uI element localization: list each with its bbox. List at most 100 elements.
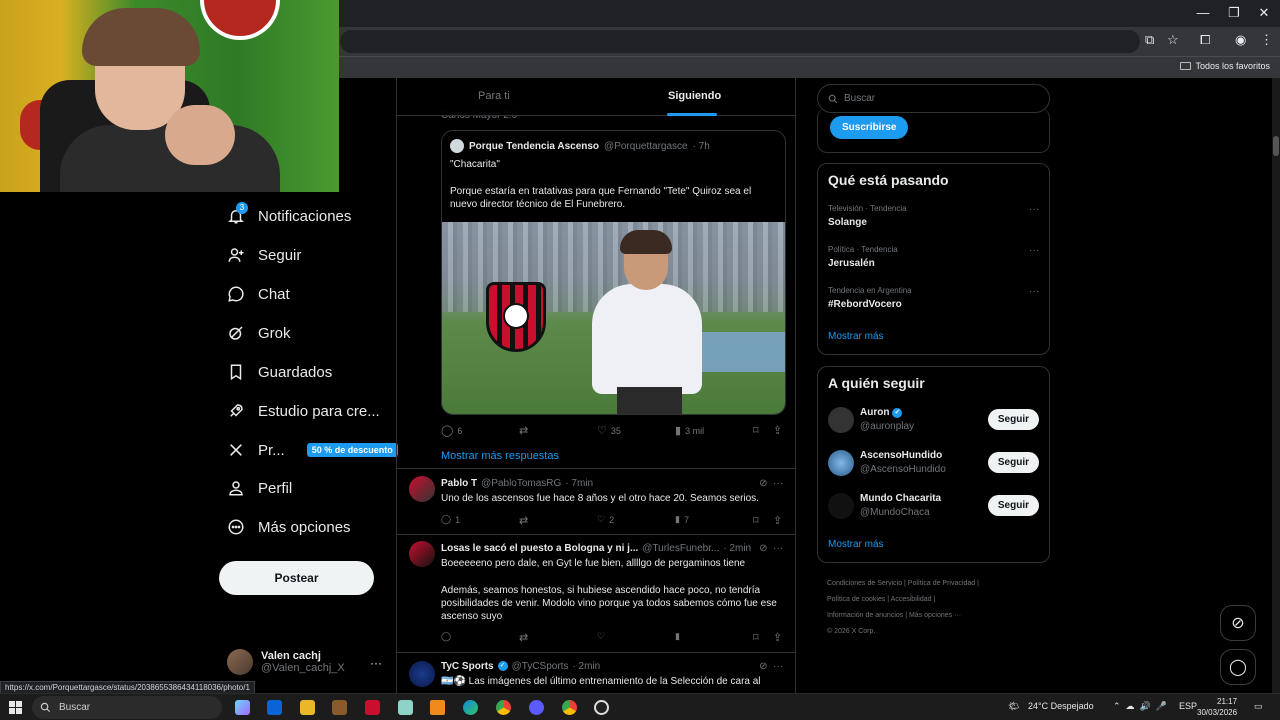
close-icon[interactable]: ✕ [1249, 5, 1279, 21]
show-more-follow-link[interactable]: Mostrar más [828, 539, 884, 550]
show-more-trends-link[interactable]: Mostrar más [828, 331, 884, 342]
copilot-icon[interactable] [235, 700, 250, 715]
views-button[interactable]: ▮ 3 mil [675, 424, 704, 437]
trend-name[interactable]: Solange [828, 217, 867, 228]
nav-mas-opciones[interactable]: Más opciones [226, 512, 351, 542]
like-button[interactable]: ♡ 35 [597, 424, 621, 437]
like-button[interactable]: ♡ [597, 631, 605, 642]
obs-icon[interactable] [594, 700, 609, 715]
grok-and-more-icons[interactable]: ⊘ ··· [759, 478, 783, 489]
chrome-icon[interactable] [562, 700, 577, 715]
show-more-replies-link[interactable]: Mostrar más respuestas [441, 450, 559, 462]
avatar[interactable] [409, 661, 435, 687]
weather-text[interactable]: 24°C Despejado [1028, 701, 1094, 711]
install-icon[interactable]: ⧉ [1145, 32, 1154, 48]
weather-icon[interactable]: 🌤 [1008, 701, 1019, 712]
nav-chat[interactable]: Chat [226, 279, 290, 309]
outlook-icon[interactable] [267, 700, 282, 715]
quoted-tweet[interactable]: Porque Tendencia Ascenso @Porquettargasc… [441, 130, 786, 415]
account-more-icon[interactable]: ··· [370, 656, 382, 670]
grok-fab[interactable]: ⊘ [1220, 605, 1256, 641]
nav-notificaciones[interactable]: 3 Notificaciones [226, 201, 351, 231]
quote-photo[interactable] [442, 222, 785, 414]
bookmark-button[interactable]: ⌑ [753, 424, 759, 437]
repost-button[interactable]: ⇄ [519, 424, 528, 437]
menu-dots-icon[interactable]: ⋮ [1260, 32, 1273, 48]
footer-line[interactable]: Política de cookies | Accesibilidad | [827, 592, 1047, 608]
bookmark-button[interactable]: ⌑ [753, 631, 759, 644]
who-name[interactable]: Mundo Chacarita [860, 493, 941, 504]
taskbar-search[interactable]: Buscar [32, 696, 222, 719]
more-icon[interactable]: ··· [1029, 204, 1039, 215]
messages-fab[interactable]: ◯ [1220, 649, 1256, 685]
follow-button[interactable]: Seguir [987, 452, 1039, 473]
vlc-icon[interactable] [430, 700, 445, 715]
repost-button[interactable]: ⇄ [519, 631, 528, 644]
nav-guardados[interactable]: Guardados [226, 357, 332, 387]
footer-line[interactable]: Condiciones de Servicio | Política de Pr… [827, 576, 1047, 592]
footer-line[interactable]: Información de anuncios | Más opciones ·… [827, 608, 1047, 624]
more-icon[interactable]: ··· [1029, 245, 1039, 256]
avatar[interactable] [409, 476, 435, 502]
author-name[interactable]: Losas le sacó el puesto a Bologna y ni j… [441, 543, 638, 554]
nav-premium[interactable]: Pr... 50 % de descuento [226, 435, 398, 465]
tab-siguiendo[interactable]: Siguiendo [668, 90, 721, 102]
page-scrollbar[interactable] [1272, 78, 1280, 693]
share-button[interactable]: ⇪ [773, 514, 782, 527]
views-button[interactable]: ▮ [675, 631, 680, 642]
file-explorer-icon[interactable] [300, 700, 315, 715]
reply-button[interactable]: ◯ 6 [441, 424, 462, 437]
repost-button[interactable]: ⇄ [519, 514, 528, 527]
address-bar[interactable] [340, 30, 1140, 53]
windows-start-icon[interactable] [9, 701, 22, 714]
tab-para-ti[interactable]: Para ti [478, 90, 510, 102]
who-name[interactable]: Auron ✓ [860, 407, 903, 418]
account-switcher[interactable]: Valen cachj @Valen_cachj_X [227, 649, 345, 675]
subscribe-button[interactable]: Suscribirse [830, 116, 909, 139]
minimize-icon[interactable]: — [1188, 5, 1218, 20]
nav-perfil[interactable]: Perfil [226, 473, 292, 503]
app-icon[interactable] [398, 700, 413, 715]
trend-name[interactable]: #RebordVocero [828, 299, 902, 310]
more-icon[interactable]: ··· [1029, 286, 1039, 297]
restore-icon[interactable]: ❐ [1219, 5, 1249, 21]
follow-button[interactable]: Seguir [987, 409, 1039, 430]
avatar[interactable] [828, 407, 854, 433]
like-button[interactable]: ♡ 2 [597, 514, 614, 525]
clock[interactable]: 21:17 30/03/2026 [1197, 696, 1237, 718]
author-name[interactable]: TyC Sports [441, 661, 494, 672]
star-icon[interactable]: ☆ [1167, 32, 1179, 48]
language-indicator[interactable]: ESP [1179, 701, 1197, 711]
app-icon[interactable] [529, 700, 544, 715]
author-name[interactable]: Pablo T [441, 478, 477, 489]
post-button[interactable]: Postear [219, 561, 374, 595]
avatar[interactable] [828, 493, 854, 519]
avatar[interactable] [409, 541, 435, 567]
all-bookmarks[interactable]: Todos los favoritos [1180, 61, 1270, 71]
follow-button[interactable]: Seguir [987, 495, 1039, 516]
reply-button[interactable]: ◯ 1 [441, 514, 460, 525]
who-name[interactable]: AscensoHundido [860, 450, 942, 461]
grok-and-more-icons[interactable]: ⊘ ··· [759, 661, 783, 672]
search-input[interactable]: Buscar [817, 84, 1050, 113]
share-button[interactable]: ⇪ [773, 424, 782, 437]
grok-and-more-icons[interactable]: ⊘ ··· [759, 543, 783, 554]
profile-icon[interactable]: ◉ [1235, 32, 1246, 48]
tray-icons[interactable]: ⌃ ☁ 🔊 🎤 [1113, 701, 1167, 712]
views-button[interactable]: ▮ 7 [675, 514, 689, 525]
scrollbar-thumb[interactable] [1273, 136, 1279, 156]
edge-icon[interactable] [463, 700, 478, 715]
app-icon[interactable] [365, 700, 380, 715]
nav-grok[interactable]: Grok [226, 318, 291, 348]
extensions-icon[interactable]: ⧠ [1200, 32, 1210, 48]
reply-button[interactable]: ◯ [441, 631, 451, 642]
chrome-icon[interactable] [496, 700, 511, 715]
avatar[interactable] [828, 450, 854, 476]
notifications-icon[interactable]: ▭ [1254, 701, 1263, 712]
share-button[interactable]: ⇪ [773, 631, 782, 644]
bookmark-button[interactable]: ⌑ [753, 514, 759, 527]
minecraft-icon[interactable] [332, 700, 347, 715]
trend-name[interactable]: Jerusalén [828, 258, 875, 269]
nav-estudio[interactable]: Estudio para cre... [226, 396, 380, 426]
nav-seguir[interactable]: Seguir [226, 240, 301, 270]
